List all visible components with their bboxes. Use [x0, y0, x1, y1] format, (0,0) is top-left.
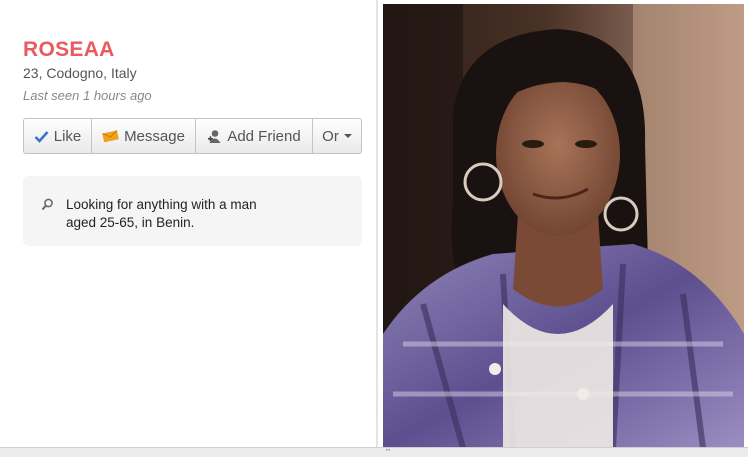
chevron-down-icon — [343, 134, 352, 138]
looking-for-card: Looking for anything with a man aged 25-… — [23, 176, 362, 246]
profile-photo-image — [383, 4, 744, 448]
window-status-bar — [0, 447, 748, 457]
last-seen-text: Last seen 1 hours ago — [23, 88, 152, 103]
message-label: Message — [124, 127, 185, 145]
checkmark-icon — [34, 130, 49, 143]
profile-location: 23, Codogno, Italy — [23, 65, 137, 81]
like-button[interactable]: Like — [24, 119, 92, 153]
profile-panel: ROSEAA 23, Codogno, Italy Last seen 1 ho… — [0, 0, 376, 447]
more-options-label: Or — [322, 127, 339, 145]
add-friend-label: Add Friend — [227, 127, 301, 145]
like-label: Like — [53, 127, 82, 145]
search-icon — [41, 198, 54, 216]
panel-divider — [376, 0, 378, 447]
profile-photo[interactable] — [383, 4, 744, 448]
add-user-icon — [207, 129, 222, 144]
looking-for-text: Looking for anything with a man aged 25-… — [66, 197, 257, 230]
profile-name[interactable]: ROSEAA — [23, 38, 115, 62]
resize-grip[interactable]: ''' — [386, 449, 390, 456]
message-button[interactable]: Message — [92, 119, 196, 153]
profile-action-buttons: Like Message Add Friend Or — [23, 118, 362, 154]
envelope-icon — [102, 130, 119, 142]
add-friend-button[interactable]: Add Friend — [196, 119, 313, 153]
more-options-dropdown[interactable]: Or — [313, 119, 361, 153]
